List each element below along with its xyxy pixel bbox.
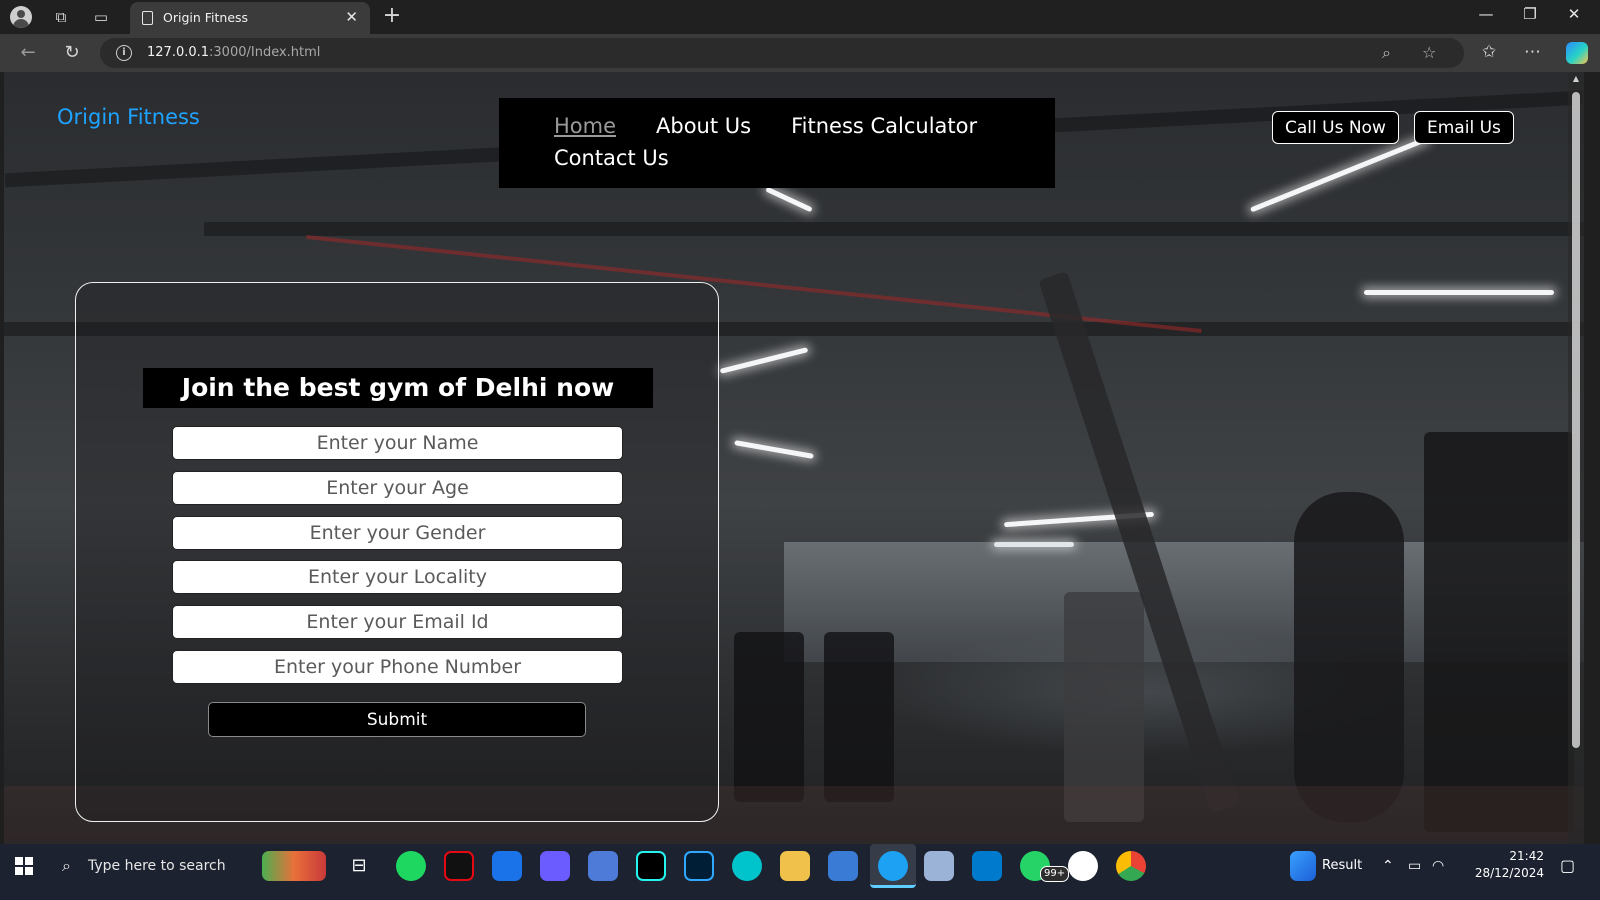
ceiling-beam: [204, 222, 1584, 236]
remote-desktop-icon[interactable]: [588, 851, 618, 881]
vscode-icon[interactable]: [972, 851, 1002, 881]
search-icon: ⌕: [62, 856, 71, 875]
new-tab-button[interactable]: +: [381, 5, 403, 28]
address-bar[interactable]: i 127.0.0.1:3000/Index.html ⌕ ☆: [100, 38, 1464, 68]
browser-tab[interactable]: Origin Fitness ✕: [130, 2, 370, 34]
form-title: Join the best gym of Delhi now: [143, 368, 653, 408]
age-input[interactable]: [172, 471, 623, 505]
taskbar-search[interactable]: ⌕ Type here to search: [50, 844, 260, 888]
brand-logo[interactable]: Origin Fitness: [57, 105, 200, 129]
file-explorer-icon[interactable]: [780, 851, 810, 881]
ceiling-light: [734, 440, 814, 459]
nav-about-us[interactable]: About Us: [656, 110, 751, 142]
weather-label[interactable]: Result: [1322, 844, 1362, 888]
windows-taskbar: ⌕ Type here to search ⊟ 99+ Result ⌃ ▭ ◠…: [0, 844, 1600, 900]
more-options-icon[interactable]: ⋯: [1524, 42, 1541, 62]
workspaces-icon[interactable]: ⧉: [50, 6, 72, 28]
url-text: 127.0.0.1:3000/Index.html: [147, 45, 321, 60]
email-us-button[interactable]: Email Us: [1414, 111, 1514, 144]
tiktok-icon[interactable]: [636, 851, 666, 881]
ceiling-light: [1364, 290, 1554, 295]
whatsapp-badge: 99+: [1040, 866, 1070, 882]
ceiling-light: [719, 347, 809, 374]
weather-icon[interactable]: [1290, 851, 1316, 881]
scroll-thumb[interactable]: [1572, 92, 1580, 748]
join-form-card: Join the best gym of Delhi now Submit: [75, 282, 719, 822]
restore-button[interactable]: ❐: [1508, 5, 1552, 23]
scroll-up-icon[interactable]: ▲: [1571, 74, 1581, 83]
photoshop-icon[interactable]: [684, 851, 714, 881]
gym-machine: [824, 632, 894, 802]
favorite-star-icon[interactable]: ☆: [1422, 43, 1436, 62]
nav-home[interactable]: Home: [554, 110, 616, 142]
system-clock[interactable]: 21:42 28/12/2024: [1475, 848, 1544, 882]
name-input[interactable]: [172, 426, 623, 460]
minimize-button[interactable]: —: [1464, 5, 1508, 23]
back-arrow-icon[interactable]: ←: [16, 42, 40, 64]
tab-title: Origin Fitness: [163, 10, 249, 25]
task-view-icon[interactable]: ⊟: [344, 844, 374, 888]
netflix-icon[interactable]: [444, 851, 474, 881]
widgets-gifts-icon[interactable]: [262, 851, 326, 881]
battery-icon[interactable]: ▭: [1408, 844, 1421, 888]
favorites-icon[interactable]: ✩: [1482, 42, 1496, 62]
call-us-button[interactable]: Call Us Now: [1272, 111, 1399, 144]
ceiling-light: [765, 186, 813, 213]
close-window-button[interactable]: ✕: [1552, 5, 1596, 23]
browser-tab-bar: ⧉ ▭ Origin Fitness ✕ + — ❐ ✕: [0, 0, 1600, 34]
address-toolbar: ← ↻ i 127.0.0.1:3000/Index.html ⌕ ☆ ✩ ⋯: [0, 34, 1600, 72]
main-navigation: Home About Us Fitness Calculator Contact Us: [499, 98, 1055, 188]
refresh-icon[interactable]: ↻: [60, 42, 84, 64]
page-icon: [142, 11, 153, 25]
copilot-app-icon[interactable]: [540, 851, 570, 881]
clock-date: 28/12/2024: [1474, 866, 1544, 880]
nav-fitness-calculator[interactable]: Fitness Calculator: [791, 110, 977, 142]
submit-button[interactable]: Submit: [208, 702, 586, 737]
edge-icon[interactable]: [878, 851, 908, 881]
spotify-icon[interactable]: [396, 851, 426, 881]
gym-machine: [1294, 492, 1404, 822]
copilot-icon[interactable]: [1566, 42, 1588, 64]
notifications-icon[interactable]: ▢: [1560, 844, 1575, 888]
notepad-icon[interactable]: [924, 851, 954, 881]
canva-icon[interactable]: [732, 851, 762, 881]
gender-input[interactable]: [172, 516, 623, 550]
taskbar-search-placeholder: Type here to search: [88, 858, 226, 874]
page-viewport: Origin Fitness Home About Us Fitness Calcu…: [4, 72, 1584, 856]
wifi-icon[interactable]: ◠: [1432, 844, 1444, 888]
gym-machine: [734, 632, 804, 802]
close-tab-icon[interactable]: ✕: [345, 8, 358, 26]
windows-start-icon[interactable]: [15, 857, 33, 875]
email-input[interactable]: [172, 605, 623, 639]
chrome-icon[interactable]: [1116, 851, 1146, 881]
microsoft-store-icon[interactable]: [828, 851, 858, 881]
gym-machine: [1424, 432, 1574, 832]
ceiling-light: [1249, 136, 1429, 213]
chevron-up-icon[interactable]: ⌃: [1382, 844, 1394, 888]
zoom-icon[interactable]: ⌕: [1382, 43, 1391, 63]
profile-icon[interactable]: [10, 6, 32, 28]
page-scrollbar[interactable]: ▲ ▼: [1568, 72, 1584, 856]
mail-icon[interactable]: [492, 851, 522, 881]
clock-time: 21:42: [1509, 849, 1544, 863]
nav-contact-us[interactable]: Contact Us: [554, 142, 669, 174]
tab-actions-icon[interactable]: ▭: [90, 6, 112, 28]
chatgpt-icon[interactable]: [1068, 851, 1098, 881]
site-info-icon[interactable]: i: [116, 45, 132, 61]
locality-input[interactable]: [172, 560, 623, 594]
phone-input[interactable]: [172, 650, 623, 684]
